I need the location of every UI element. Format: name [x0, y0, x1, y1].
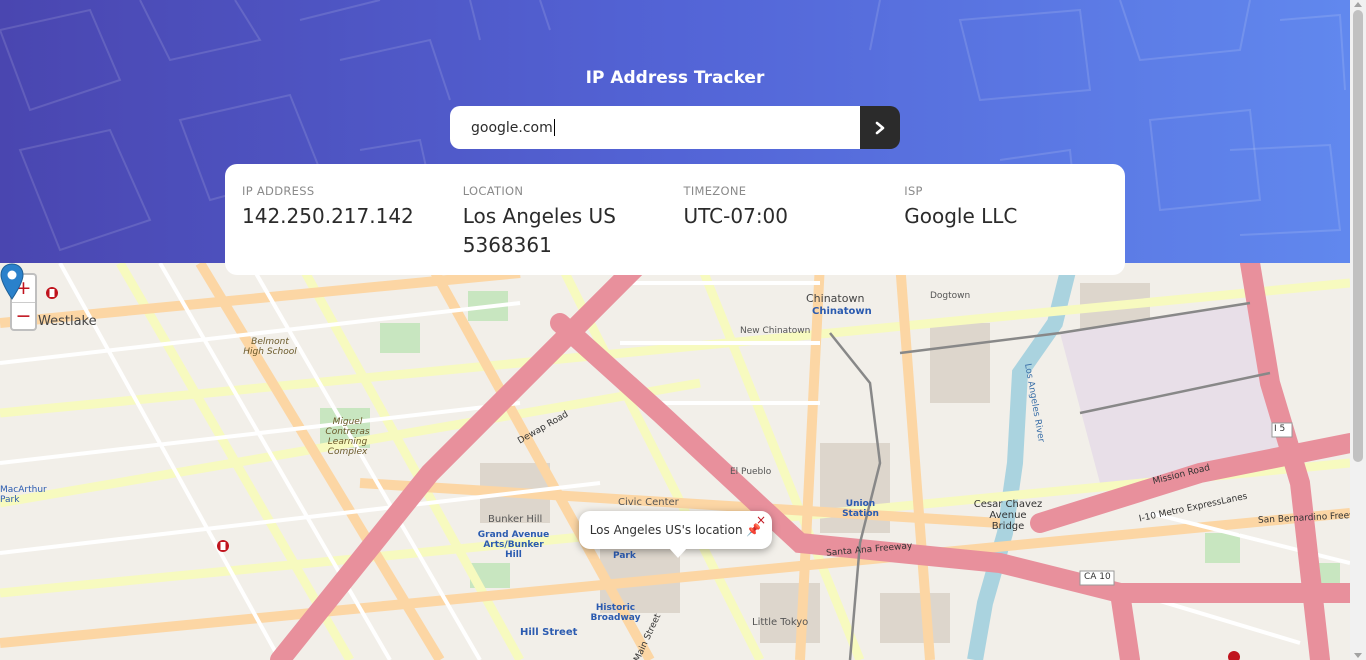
map-label-grand-avenue: Grand Avenue Arts/Bunker Hill	[477, 530, 550, 560]
popup-close-button[interactable]: ×	[756, 513, 766, 527]
map-label-arthur-park: MacArthur Park	[0, 485, 47, 505]
chevron-right-icon	[875, 121, 885, 134]
scrollbar-thumb[interactable]	[1353, 10, 1363, 462]
map-label-dogtown: Dogtown	[930, 291, 971, 301]
location-value: Los Angeles US 5368361	[463, 202, 684, 260]
map-label-union-station: Union Station	[842, 499, 879, 519]
map-label-belmont: Belmont High School	[243, 337, 297, 357]
isp-label: ISP	[904, 184, 923, 198]
location-marker-icon[interactable]	[0, 263, 24, 301]
map-label-little-tokyo: Little Tokyo	[752, 617, 809, 628]
map-label-historic-broadway: Historic Broadway	[590, 603, 641, 623]
scroll-down-icon[interactable]	[1354, 653, 1362, 658]
map-label-i5: I 5	[1274, 424, 1286, 434]
location-label: LOCATION	[462, 184, 524, 198]
map-label-miguel: Miguel Contreras Learning Complex	[325, 417, 370, 457]
map-label-hill-street: Hill Street	[520, 627, 578, 638]
text-caret	[553, 119, 555, 136]
map-label-chinatown: Chinatown	[806, 292, 865, 305]
scroll-up-icon[interactable]	[1354, 2, 1362, 7]
isp-value: Google LLC	[904, 204, 1018, 228]
location-value-line1: Los Angeles US	[462, 204, 616, 228]
search-submit-button[interactable]	[860, 106, 900, 149]
info-location: LOCATION Los Angeles US 5368361	[463, 184, 684, 275]
info-panel: IP ADDRESS 142.250.217.142 LOCATION Los …	[225, 164, 1125, 275]
map-label-civic-center: Civic Center	[618, 497, 679, 508]
popup-tip	[669, 548, 687, 558]
map-label-bunker-hill: Bunker Hill	[488, 514, 543, 525]
search-input-value: google.com	[471, 119, 553, 136]
info-ip: IP ADDRESS 142.250.217.142	[242, 184, 463, 275]
page-title: IP Address Tracker	[585, 68, 765, 88]
timezone-label: TIMEZONE	[683, 184, 747, 198]
map[interactable]: Westlake Chinatown Chinatown New Chinato…	[0, 263, 1350, 660]
location-popup: Los Angeles US's location 📌 ×	[579, 511, 772, 558]
info-isp: ISP Google LLC	[904, 184, 1125, 275]
popup-text: Los Angeles US's location 📌	[589, 523, 762, 537]
map-label-el-pueblo: El Pueblo	[730, 467, 772, 477]
search-bar: google.com	[450, 106, 900, 149]
page: IP Address Tracker google.com IP ADDRESS…	[0, 0, 1366, 660]
timezone-value: UTC-07:00	[683, 204, 789, 228]
map-tiles	[0, 263, 1350, 660]
map-label-chinatown-station: Chinatown	[812, 306, 872, 317]
zoom-out-button[interactable]: −	[12, 302, 35, 329]
ip-value: 142.250.217.142	[242, 204, 414, 228]
map-label-cesar-chavez: Cesar Chavez Avenue Bridge	[973, 499, 1043, 532]
info-timezone: TIMEZONE UTC-07:00	[684, 184, 905, 275]
search-input[interactable]: google.com	[450, 106, 860, 149]
map-label-park: Park	[613, 551, 636, 561]
page-scrollbar[interactable]	[1350, 0, 1366, 660]
location-value-line2: 5368361	[462, 233, 552, 257]
map-label-ca10: CA 10	[1084, 572, 1111, 582]
map-label-westlake: Westlake	[38, 314, 97, 329]
map-label-new-chinatown: New Chinatown	[740, 326, 811, 336]
ip-label: IP ADDRESS	[242, 184, 315, 198]
